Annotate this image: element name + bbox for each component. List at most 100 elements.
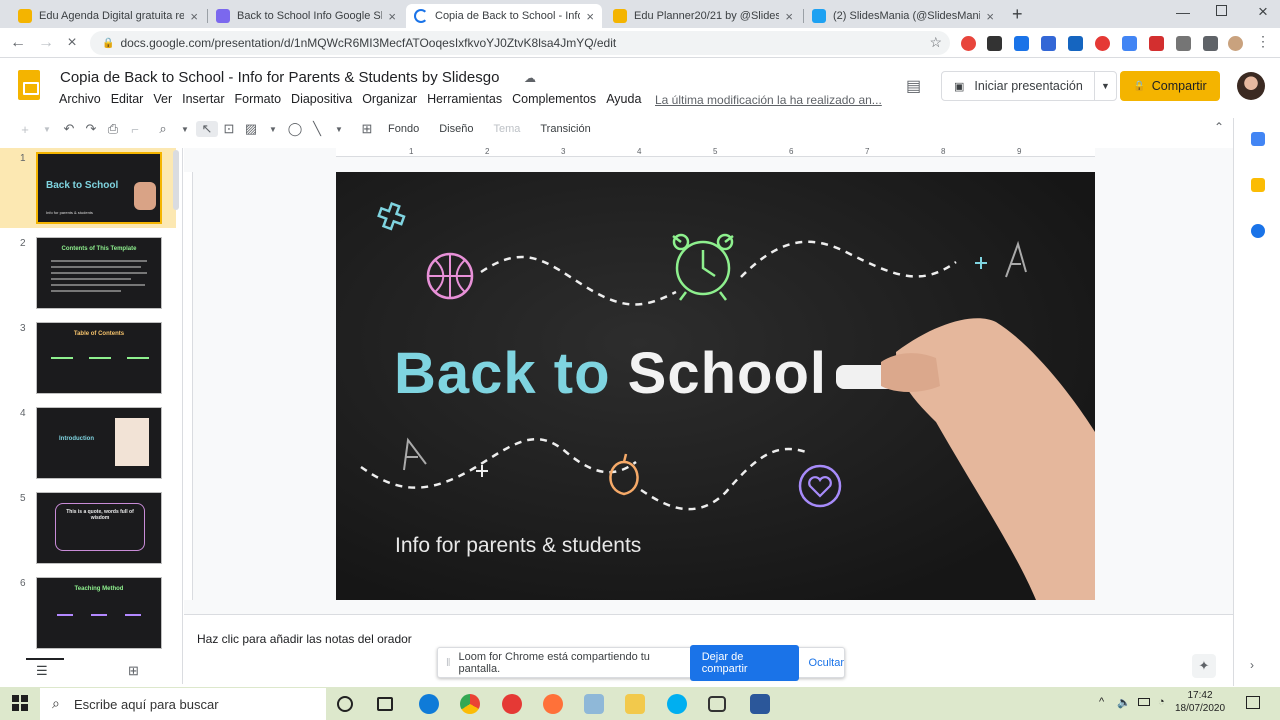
avatar[interactable] bbox=[1237, 72, 1265, 100]
browser-tab-5[interactable]: (2) SlidesMania (@SlidesManiaSM × bbox=[804, 4, 1002, 28]
taskbar-search[interactable]: ⌕ Escribe aquí para buscar bbox=[40, 688, 326, 720]
maximize-icon[interactable] bbox=[1216, 5, 1227, 16]
tasks-icon[interactable] bbox=[1251, 224, 1265, 238]
hide-button[interactable]: Ocultar bbox=[809, 657, 844, 669]
close-icon[interactable]: × bbox=[586, 9, 594, 24]
slide-thumb-4[interactable]: 4 Introduction bbox=[0, 403, 176, 483]
task-view-icon[interactable] bbox=[377, 697, 393, 711]
grid-view-icon[interactable]: ⊞ bbox=[128, 663, 139, 679]
stop-sharing-button[interactable]: Dejar de compartir bbox=[689, 644, 799, 681]
firefox-icon[interactable] bbox=[543, 694, 563, 714]
address-bar[interactable]: 🔒 docs.google.com/presentation/d/1nMQWcR… bbox=[90, 31, 950, 55]
wifi-icon[interactable]: ◔ bbox=[1158, 696, 1165, 708]
explore-icon[interactable]: ✦ bbox=[1192, 654, 1216, 678]
slide-thumb-1[interactable]: 1 Back to School Info for parents & stud… bbox=[0, 148, 176, 228]
comments-icon[interactable]: ▤ bbox=[906, 76, 926, 95]
browser-tab-2[interactable]: Back to School Info Google Slide × bbox=[208, 4, 404, 28]
select-cursor-icon[interactable]: ↖ bbox=[196, 121, 218, 137]
present-button[interactable]: ▣ Iniciar presentación ▼ bbox=[941, 71, 1117, 101]
image-dropdown-icon[interactable]: ▼ bbox=[262, 125, 284, 134]
qr-extension-icon[interactable] bbox=[987, 36, 1002, 51]
slide-title[interactable]: Back to School bbox=[394, 340, 827, 407]
snipping-tool-icon[interactable] bbox=[708, 696, 726, 712]
menu-complementos[interactable]: Complementos bbox=[512, 92, 596, 106]
zoom-icon[interactable]: ⌕ bbox=[152, 121, 174, 137]
more-vert-icon[interactable]: ⋮ bbox=[1256, 33, 1270, 50]
line-dropdown-icon[interactable]: ▼ bbox=[328, 125, 350, 134]
forward-icon[interactable]: → bbox=[36, 33, 56, 53]
extension-icon[interactable] bbox=[1095, 36, 1110, 51]
stop-loading-icon[interactable]: × bbox=[62, 33, 82, 53]
menu-diapositiva[interactable]: Diapositiva bbox=[291, 92, 352, 106]
browser-tab-3[interactable]: Copia de Back to School - Info fo × bbox=[406, 4, 602, 28]
battery-icon[interactable] bbox=[1138, 698, 1150, 706]
menu-editar[interactable]: Editar bbox=[111, 92, 144, 106]
image-icon[interactable]: ▨ bbox=[240, 121, 262, 137]
add-comment-icon[interactable]: ⊞ bbox=[356, 121, 378, 137]
slide-canvas[interactable]: Back to School Info for parents & studen… bbox=[336, 172, 1095, 600]
browser-tab-4[interactable]: Edu Planner20/21 by @SlidesMa × bbox=[605, 4, 801, 28]
shape-icon[interactable]: ◯ bbox=[284, 121, 306, 137]
extension-icon[interactable] bbox=[1068, 36, 1083, 51]
cortana-icon[interactable] bbox=[337, 696, 353, 712]
word-icon[interactable] bbox=[750, 694, 770, 714]
reader-extension-icon[interactable] bbox=[1176, 36, 1191, 51]
new-slide-icon[interactable]: + bbox=[14, 122, 36, 137]
skype-icon[interactable] bbox=[667, 694, 687, 714]
slide-thumb-6[interactable]: 6 Teaching Method bbox=[0, 573, 176, 653]
background-button[interactable]: Fondo bbox=[388, 123, 419, 135]
edge-icon[interactable] bbox=[419, 694, 439, 714]
undo-icon[interactable]: ↶ bbox=[58, 121, 80, 137]
slide-subtitle[interactable]: Info for parents & students bbox=[395, 534, 641, 558]
expand-panel-icon[interactable]: › bbox=[1250, 658, 1254, 672]
minimize-icon[interactable]: — bbox=[1176, 4, 1190, 20]
close-icon[interactable]: × bbox=[785, 9, 793, 24]
new-tab-icon[interactable]: + bbox=[1012, 4, 1023, 25]
tray-chevron-icon[interactable]: ^ bbox=[1099, 696, 1104, 708]
drag-handle-icon[interactable]: ‖ bbox=[446, 657, 451, 669]
notification-icon[interactable] bbox=[1246, 696, 1260, 709]
line-icon[interactable]: ╲ bbox=[306, 121, 328, 137]
word-extension-icon[interactable] bbox=[1014, 36, 1029, 51]
chrome-icon[interactable] bbox=[460, 694, 480, 714]
window-close-icon[interactable]: × bbox=[1258, 2, 1268, 22]
file-explorer-icon[interactable] bbox=[625, 694, 645, 714]
close-icon[interactable]: × bbox=[388, 9, 396, 24]
cloud-saved-icon[interactable]: ☁ bbox=[524, 71, 536, 85]
translate-extension-icon[interactable] bbox=[1122, 36, 1137, 51]
close-icon[interactable]: × bbox=[986, 9, 994, 24]
puzzle-icon[interactable] bbox=[1203, 36, 1218, 51]
browser-tab-1[interactable]: Edu Agenda Digital gratuita realiz × bbox=[10, 4, 206, 28]
new-slide-dropdown-icon[interactable]: ▼ bbox=[36, 125, 58, 134]
volume-icon[interactable]: 🔈 bbox=[1117, 696, 1131, 709]
menu-archivo[interactable]: Archivo bbox=[59, 92, 101, 106]
theme-button[interactable]: Tema bbox=[493, 123, 520, 135]
collapse-toolbar-icon[interactable]: ⌃ bbox=[1214, 120, 1224, 134]
keep-icon[interactable] bbox=[1251, 178, 1265, 192]
share-button[interactable]: 🔒 Compartir bbox=[1120, 71, 1220, 101]
menu-insertar[interactable]: Insertar bbox=[182, 92, 224, 106]
menu-organizar[interactable]: Organizar bbox=[362, 92, 417, 106]
paint-format-icon[interactable]: ⌐ bbox=[124, 122, 146, 137]
filmstrip-scrollbar[interactable] bbox=[173, 150, 179, 210]
cc-extension-icon[interactable] bbox=[1149, 36, 1164, 51]
transition-button[interactable]: Transición bbox=[540, 123, 590, 135]
text-box-icon[interactable]: ⊡ bbox=[218, 121, 240, 137]
back-icon[interactable]: ← bbox=[8, 33, 28, 53]
redo-icon[interactable]: ↷ bbox=[80, 121, 102, 137]
extension-icon[interactable] bbox=[1041, 36, 1056, 51]
calendar-icon[interactable] bbox=[1251, 132, 1265, 146]
menu-formato[interactable]: Formato bbox=[235, 92, 282, 106]
windows-start-icon[interactable] bbox=[12, 695, 28, 711]
document-title[interactable]: Copia de Back to School - Info for Paren… bbox=[60, 69, 499, 86]
menu-ver[interactable]: Ver bbox=[153, 92, 172, 106]
profile-avatar-icon[interactable] bbox=[1228, 36, 1243, 51]
menu-herramientas[interactable]: Herramientas bbox=[427, 92, 502, 106]
slide-thumb-5[interactable]: 5 This is a quote, words full of wisdom bbox=[0, 488, 176, 568]
bookmark-star-icon[interactable]: ☆ bbox=[929, 34, 942, 51]
menu-ayuda[interactable]: Ayuda bbox=[606, 92, 641, 106]
layout-button[interactable]: Diseño bbox=[439, 123, 473, 135]
close-icon[interactable]: × bbox=[190, 9, 198, 24]
opera-icon[interactable] bbox=[502, 694, 522, 714]
slide-thumb-3[interactable]: 3 Table of Contents bbox=[0, 318, 176, 398]
